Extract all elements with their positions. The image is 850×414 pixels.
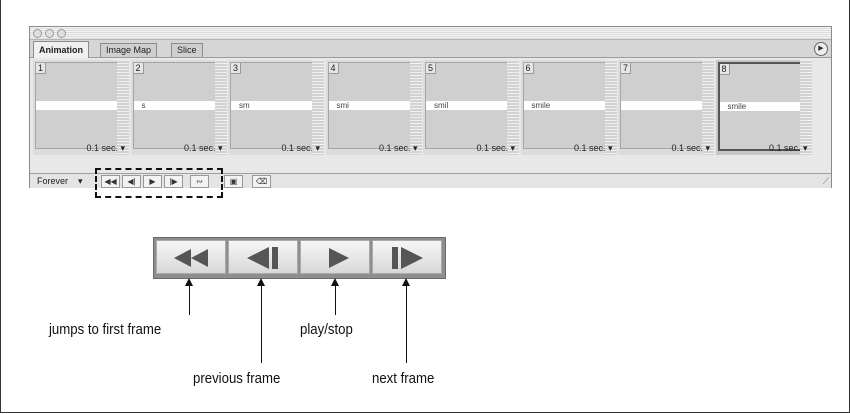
frame-delay-select[interactable]: 0.1 sec. ▾ — [379, 143, 418, 154]
frame-number: 2 — [133, 63, 144, 74]
first-frame-button-large[interactable] — [156, 240, 226, 274]
frame-cell[interactable]: 2 s 0.1 sec. ▾ — [130, 60, 227, 155]
highlight-dashed-box — [95, 168, 223, 198]
frame-divider — [117, 60, 129, 155]
play-button-large[interactable] — [300, 240, 370, 274]
frame-number: 3 — [231, 63, 242, 74]
frame-number: 8 — [719, 64, 730, 75]
resize-grip-icon[interactable]: ⟋ — [823, 176, 829, 187]
loop-select-label: Forever — [37, 176, 69, 186]
frame-cell[interactable]: 6 smile 0.1 sec. ▾ — [520, 60, 617, 155]
frames-row: 1 0.1 sec. ▾ 2 s 0.1 sec. ▾ 3 sm 0.1 sec. ▾ 4 smi… — [33, 60, 828, 155]
frame-text: sm — [231, 101, 312, 110]
frame-thumbnail[interactable]: 4 smi — [327, 62, 411, 149]
frame-number: 4 — [328, 63, 339, 74]
frame-text: s — [133, 101, 215, 110]
previous-frame-button-large[interactable] — [228, 240, 298, 274]
rewind-icon — [174, 249, 208, 267]
panel-titlebar — [30, 27, 831, 40]
frame-thumbnail[interactable]: 3 sm — [230, 62, 313, 149]
frame-delay-select[interactable]: 0.1 sec. ▾ — [476, 143, 515, 154]
frame-number: 1 — [36, 63, 47, 74]
close-window-button[interactable] — [33, 29, 42, 38]
tab-slice[interactable]: Slice — [171, 43, 203, 57]
enlarged-controls — [153, 237, 446, 279]
next-frame-button-large[interactable] — [372, 240, 442, 274]
zoom-window-button[interactable] — [57, 29, 66, 38]
frame-delay-select[interactable]: 0.1 sec. ▾ — [184, 143, 223, 154]
frame-cell[interactable]: 1 0.1 sec. ▾ — [33, 60, 129, 155]
frame-thumbnail[interactable]: 8 smile — [717, 62, 803, 151]
frame-divider — [702, 60, 714, 155]
frame-delay-select[interactable]: 0.1 sec. ▾ — [574, 143, 613, 154]
frame-cell[interactable]: 5 smil 0.1 sec. ▾ — [423, 60, 519, 155]
tab-image-map[interactable]: Image Map — [100, 43, 158, 57]
frame-delay-select[interactable]: 0.1 sec. ▾ — [281, 143, 320, 154]
frame-divider — [312, 60, 324, 155]
tab-animation[interactable]: Animation — [33, 41, 89, 58]
arrow-first-frame — [185, 278, 193, 315]
frame-number: 7 — [621, 63, 632, 74]
frame-divider — [214, 60, 227, 155]
frame-text: smi — [328, 101, 410, 110]
chevron-down-icon: ▾ — [78, 176, 83, 186]
frame-thumbnail[interactable]: 5 smil — [425, 62, 508, 149]
frame-thumbnail[interactable]: 1 — [35, 62, 118, 149]
new-frame-button[interactable]: ▣ — [224, 175, 243, 188]
play-icon — [329, 248, 349, 268]
frame-delay-select[interactable]: 0.1 sec. ▾ — [86, 143, 125, 154]
frame-divider — [507, 60, 519, 155]
panel-menu-icon[interactable]: ▶ — [814, 42, 828, 56]
arrow-play — [331, 278, 339, 315]
frame-divider — [409, 60, 422, 155]
frame-thumbnail[interactable]: 7 — [620, 62, 703, 149]
frame-thumbnail[interactable]: 2s — [132, 62, 216, 149]
frame-cell[interactable]: 3 sm 0.1 sec. ▾ — [228, 60, 324, 155]
step-forward-icon — [392, 247, 423, 269]
step-back-icon — [247, 247, 278, 269]
frame-cell[interactable]: 7 0.1 sec. ▾ — [618, 60, 714, 155]
frame-divider — [604, 60, 617, 155]
frame-divider — [799, 60, 812, 155]
arrow-next-frame — [402, 278, 410, 363]
frame-cell[interactable]: 4 smi 0.1 sec. ▾ — [325, 60, 422, 155]
frame-cell[interactable]: 8 smile 0.1 sec. ▾ — [715, 60, 812, 155]
frame-number: 6 — [523, 63, 534, 74]
frame-delay-select[interactable]: 0.1 sec. ▾ — [769, 143, 808, 154]
frame-text: smile — [719, 102, 801, 111]
frame-thumbnail[interactable]: 6 smile — [522, 62, 606, 149]
frame-text — [621, 101, 702, 110]
label-previous-frame: previous frame — [193, 370, 281, 387]
frame-text: smile — [523, 101, 605, 110]
frame-delay-select[interactable]: 0.1 sec. ▾ — [671, 143, 710, 154]
minimize-window-button[interactable] — [45, 29, 54, 38]
frame-text — [36, 101, 117, 110]
loop-select[interactable]: Forever ▾ — [32, 175, 93, 187]
delete-frame-button[interactable]: ⌫ — [252, 175, 271, 188]
frame-text: smil — [426, 101, 507, 110]
frame-number: 5 — [426, 63, 437, 74]
label-next-frame: next frame — [372, 370, 435, 387]
label-play-stop: play/stop — [300, 321, 353, 338]
arrow-previous-frame — [257, 278, 265, 363]
label-first-frame: jumps to first frame — [49, 321, 162, 338]
panel-tabs: Animation Image Map Slice ▶ — [30, 40, 831, 58]
animation-panel: Animation Image Map Slice ▶ 1 0.1 sec. ▾ 2… — [29, 26, 832, 188]
